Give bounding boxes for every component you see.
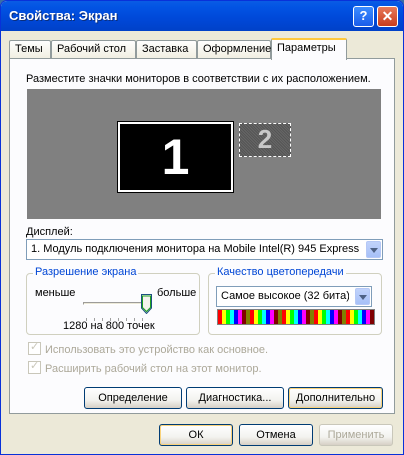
identify-button[interactable]: Определение bbox=[84, 387, 182, 409]
resolution-group: Разрешение экрана меньше больше 1280 на … bbox=[26, 266, 200, 335]
tab-themes[interactable]: Темы bbox=[9, 40, 51, 58]
cancel-button[interactable]: Отмена bbox=[239, 424, 313, 446]
monitor-1-icon[interactable]: 1 bbox=[117, 121, 234, 193]
color-quality-select[interactable]: Самое высокое (32 бита) bbox=[216, 286, 372, 307]
advanced-button[interactable]: Дополнительно bbox=[288, 387, 383, 409]
chevron-down-icon[interactable] bbox=[355, 288, 370, 305]
extend-desktop-checkbox[interactable]: Расширить рабочий стол на этот монитор. bbox=[28, 359, 262, 375]
help-button[interactable]: ? bbox=[353, 6, 374, 27]
color-spectrum-bar bbox=[217, 309, 375, 325]
tab-appearance[interactable]: Оформление bbox=[197, 40, 271, 58]
checkbox-icon bbox=[28, 359, 41, 374]
display-properties-window: Свойства: Экран ? ✕ Темы Рабочий стол За… bbox=[0, 0, 404, 455]
display-select-value: 1. Модуль подключения монитора на Mobile… bbox=[31, 243, 360, 255]
monitor-layout-area[interactable]: 1 2 bbox=[27, 89, 381, 219]
chevron-down-icon[interactable] bbox=[366, 241, 381, 258]
color-quality-legend: Качество цветопередачи bbox=[215, 266, 346, 278]
monitor-2-label: 2 bbox=[257, 124, 273, 154]
primary-device-checkbox[interactable]: Использовать это устройство как основное… bbox=[28, 340, 269, 356]
display-label: Дисплей: bbox=[26, 226, 73, 238]
display-select[interactable]: 1. Модуль подключения монитора на Mobile… bbox=[26, 239, 383, 260]
resolution-slider-thumb[interactable] bbox=[141, 294, 152, 314]
primary-device-label: Использовать это устройство как основное… bbox=[45, 344, 269, 356]
window-title: Свойства: Экран bbox=[9, 8, 118, 23]
ok-button[interactable]: ОК bbox=[159, 424, 233, 446]
instruction-text: Разместите значки мониторов в соответств… bbox=[26, 73, 371, 85]
tab-settings[interactable]: Параметры bbox=[271, 38, 347, 60]
close-button[interactable]: ✕ bbox=[377, 6, 398, 27]
monitor-2-icon[interactable]: 2 bbox=[239, 123, 291, 157]
tab-screensaver[interactable]: Заставка bbox=[136, 40, 197, 58]
checkbox-icon bbox=[28, 340, 41, 355]
resolution-legend: Разрешение экрана bbox=[33, 266, 139, 278]
extend-desktop-label: Расширить рабочий стол на этот монитор. bbox=[45, 363, 262, 375]
monitor-1-label: 1 bbox=[161, 129, 190, 185]
settings-panel: Разместите значки мониторов в соответств… bbox=[9, 58, 395, 414]
resolution-less-label: меньше bbox=[35, 287, 76, 299]
troubleshoot-button[interactable]: Диагностика... bbox=[186, 387, 284, 409]
color-quality-value: Самое высокое (32 бита) bbox=[221, 290, 349, 302]
title-bar[interactable]: Свойства: Экран ? ✕ bbox=[1, 1, 403, 31]
resolution-value: 1280 на 800 точек bbox=[63, 320, 155, 332]
apply-button[interactable]: Применить bbox=[319, 424, 393, 446]
resolution-more-label: больше bbox=[157, 287, 197, 299]
tab-desktop[interactable]: Рабочий стол bbox=[51, 40, 136, 58]
color-quality-group: Качество цветопередачи Самое высокое (32… bbox=[208, 266, 382, 335]
